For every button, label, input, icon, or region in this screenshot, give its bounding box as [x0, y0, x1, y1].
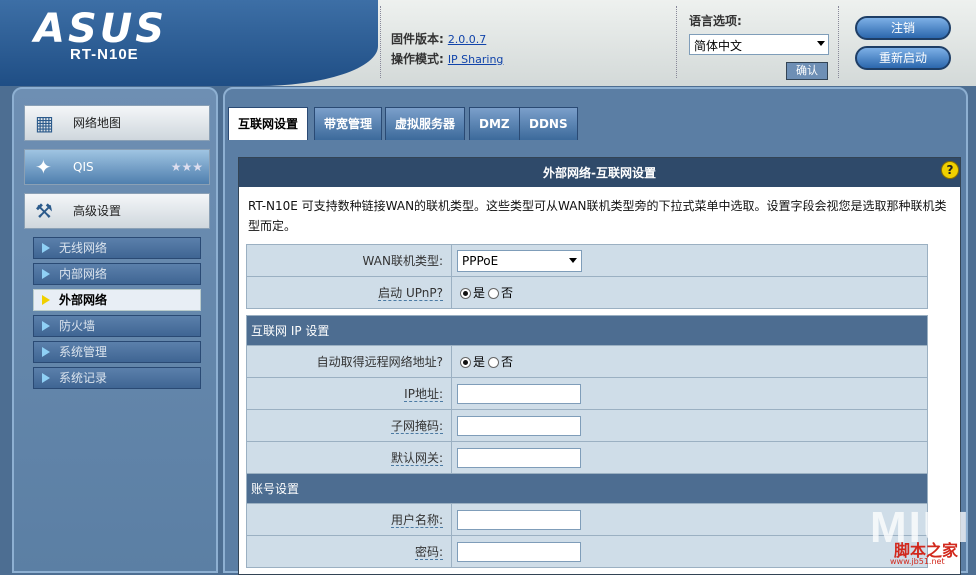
subnet-mask-input[interactable] [457, 415, 581, 436]
table-row: 子网掩码: [246, 409, 928, 442]
tools-icon: ⚒ [35, 199, 53, 223]
panel-title: 外部网络-互联网设置 [239, 158, 960, 188]
sidebar-item-label: 内部网络 [59, 267, 108, 281]
upnp-no-radio[interactable] [488, 288, 500, 299]
sidebar-item-wan[interactable]: 外部网络 [33, 289, 201, 311]
arrow-icon [42, 347, 50, 357]
arrow-icon [42, 295, 50, 305]
tab-strip [225, 140, 966, 157]
auto-ip-yes-radio[interactable] [460, 357, 471, 368]
language-select[interactable]: 简体中文 [689, 34, 829, 55]
auto-ip-no-radio[interactable] [488, 357, 500, 368]
sidebar-item-lan[interactable]: 内部网络 [33, 263, 201, 285]
sidebar-item-system-log[interactable]: 系统记录 [33, 367, 201, 389]
sidebar-item-administration[interactable]: 系统管理 [33, 341, 201, 363]
top-header: ASUS RT-N10E 固件版本: 2.0.0.7 操作模式: IP Sharin… [0, 0, 976, 86]
sidebar-item-label: 系统记录 [59, 371, 108, 385]
section-header: 互联网 IP 设置 [246, 315, 928, 346]
radio-label: 是 [473, 355, 486, 369]
sidebar-item-label: 无线网络 [59, 241, 108, 255]
table-row: 默认网关: [246, 441, 928, 474]
settings-panel: 外部网络-互联网设置 RT-N10E 可支持数种链接WAN的联机类型。这些类型可… [238, 157, 961, 575]
tab-dmz[interactable]: DMZ [469, 107, 520, 140]
username-label: 用户名称: [390, 513, 443, 528]
upnp-label[interactable]: 启动 UPnP? [378, 286, 443, 301]
table-row: 用户名称: [246, 503, 928, 536]
menu-label: 网络地图 [73, 116, 122, 130]
arrow-icon [42, 269, 50, 279]
default-gateway-input[interactable] [457, 447, 581, 468]
mode-label: 操作模式: [391, 52, 444, 66]
sidebar-item-label: 外部网络 [59, 293, 108, 307]
ip-settings-table: 互联网 IP 设置 自动取得远程网络地址? 是 否 IP地址: 子网掩码: 默认网关… [246, 315, 928, 568]
logo-panel: ASUS RT-N10E [0, 0, 378, 86]
firmware-label: 固件版本: [391, 32, 444, 46]
radio-label: 否 [501, 286, 514, 300]
magic-wand-icon: ✦ [35, 155, 52, 179]
menu-network-map[interactable]: ▦ 网络地图 [24, 105, 210, 141]
main-content: 互联网设置 带宽管理 虚拟服务器 DMZ DDNS 外部网络-互联网设置 RT-… [223, 87, 968, 575]
divider [380, 6, 381, 78]
firmware-info: 固件版本: 2.0.0.7 [391, 30, 486, 47]
help-icon[interactable]: ? [941, 161, 959, 179]
auto-ip-label: 自动取得远程网络地址? [246, 345, 452, 378]
subnet-mask-label: 子网掩码: [390, 419, 443, 434]
table-row: IP地址: [246, 377, 928, 410]
stars-icon: ★★★ [170, 160, 203, 174]
chevron-down-icon [569, 257, 577, 263]
table-row: 密码: [246, 535, 928, 568]
sidebar: ▦ 网络地图 ✦ QIS ★★★ ⚒ 高级设置 无线网络 内部网络 外部网络 防火墙 系… [12, 87, 218, 573]
radio-label: 否 [501, 355, 514, 369]
mode-link[interactable]: IP Sharing [448, 53, 504, 66]
arrow-icon [42, 243, 50, 253]
panel-description: RT-N10E 可支持数种链接WAN的联机类型。这些类型可从WAN联机类型旁的下… [248, 199, 947, 233]
table-row: 自动取得远程网络地址? 是 否 [246, 345, 928, 378]
ip-address-input[interactable] [457, 383, 581, 404]
wan-settings-table: WAN联机类型: PPPoE 启动 UPnP? 是 否 [246, 244, 928, 309]
account-section-title: 账号设置 [246, 473, 928, 504]
menu-label: QIS [73, 160, 94, 174]
tab-ddns[interactable]: DDNS [519, 107, 578, 140]
tab-bandwidth[interactable]: 带宽管理 [314, 107, 383, 140]
menu-advanced-settings[interactable]: ⚒ 高级设置 [24, 193, 210, 229]
menu-qis[interactable]: ✦ QIS ★★★ [24, 149, 210, 185]
mode-info: 操作模式: IP Sharing [391, 50, 503, 67]
tab-virtual-server[interactable]: 虚拟服务器 [385, 107, 466, 140]
wan-type-label: WAN联机类型: [246, 244, 452, 277]
sidebar-item-label: 防火墙 [59, 319, 96, 333]
arrow-icon [42, 321, 50, 331]
upnp-yes-radio[interactable] [460, 288, 471, 299]
radio-label: 是 [473, 286, 486, 300]
watermark-url: www.jb51.net [890, 557, 945, 566]
language-value: 简体中文 [694, 39, 743, 53]
network-map-icon: ▦ [35, 111, 54, 135]
apply-language-button[interactable]: 确认 [786, 62, 828, 80]
password-label: 密码: [414, 545, 443, 560]
username-input[interactable] [457, 509, 581, 530]
divider [838, 6, 839, 78]
default-gateway-label: 默认网关: [390, 451, 443, 466]
table-row: WAN联机类型: PPPoE [246, 244, 928, 277]
sidebar-item-firewall[interactable]: 防火墙 [33, 315, 201, 337]
menu-label: 高级设置 [73, 204, 122, 218]
language-label: 语言选项: [689, 14, 742, 28]
logout-button[interactable]: 注销 [855, 16, 951, 40]
wan-type-select[interactable]: PPPoE [457, 249, 582, 272]
reboot-button[interactable]: 重新启动 [855, 46, 951, 70]
arrow-icon [42, 373, 50, 383]
section-header: 账号设置 [246, 473, 928, 504]
table-row: 启动 UPnP? 是 否 [246, 276, 928, 309]
chevron-down-icon [817, 41, 825, 46]
model-name: RT-N10E [70, 46, 139, 63]
sidebar-item-wireless[interactable]: 无线网络 [33, 237, 201, 259]
firmware-link[interactable]: 2.0.0.7 [448, 33, 486, 46]
password-input[interactable] [457, 541, 581, 562]
sidebar-item-label: 系统管理 [59, 345, 108, 359]
tab-internet-settings[interactable]: 互联网设置 [228, 107, 309, 140]
divider [676, 6, 677, 78]
ip-section-title: 互联网 IP 设置 [246, 315, 928, 346]
wan-type-value: PPPoE [462, 253, 499, 268]
ip-address-label: IP地址: [404, 387, 443, 402]
